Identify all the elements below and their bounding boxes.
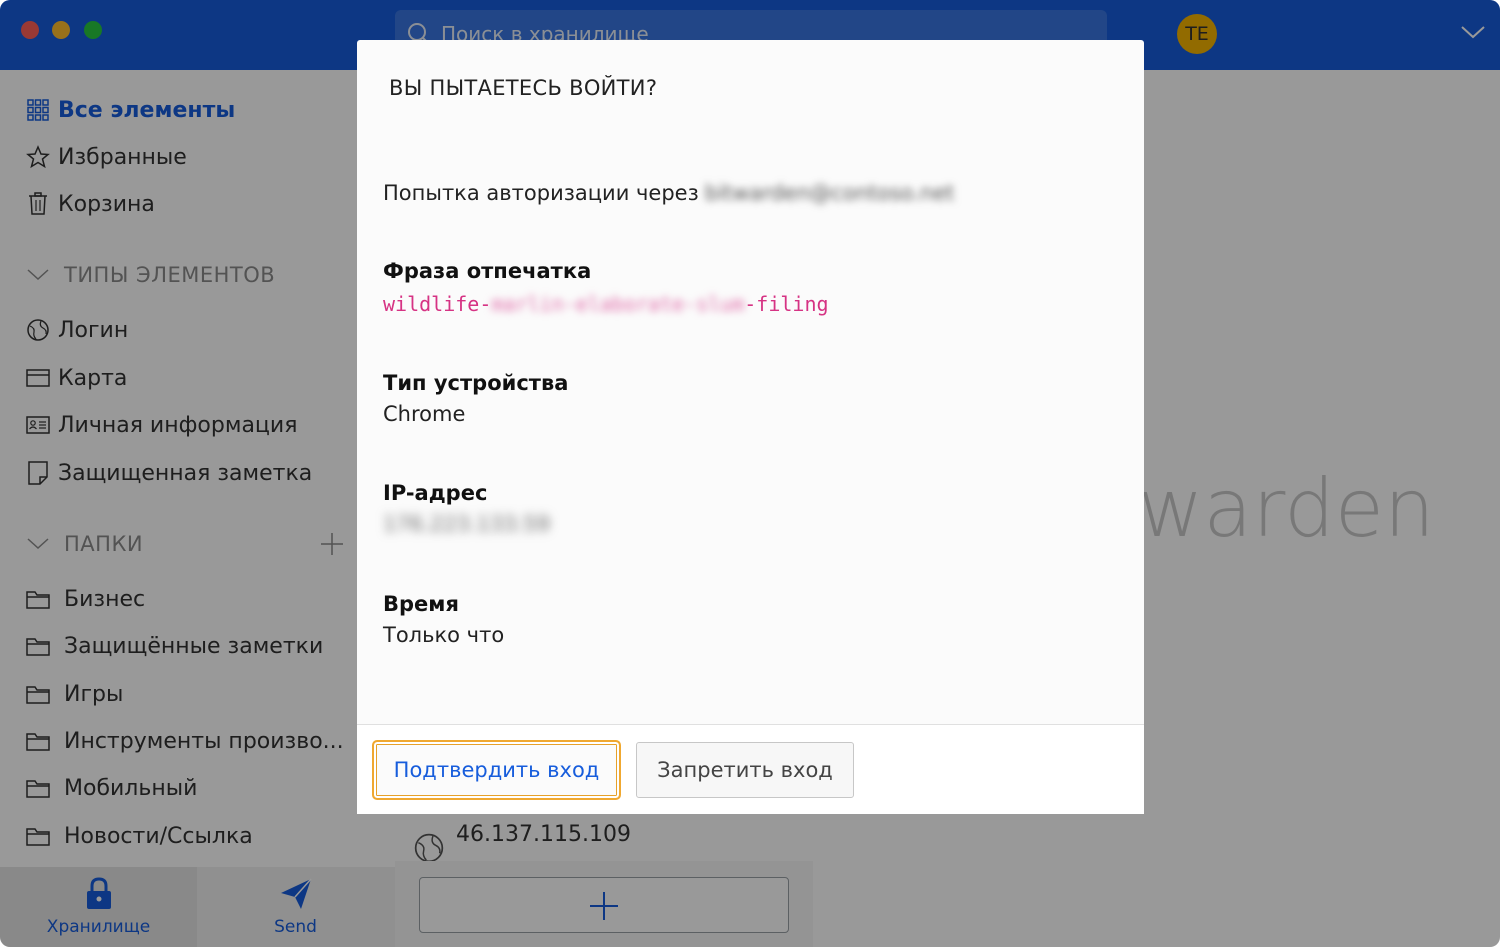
confirm-login-button[interactable]: Подтвердить вход	[372, 740, 621, 800]
login-request-dialog: ВЫ ПЫТАЕТЕСЬ ВОЙТИ? Попытка авторизации …	[357, 40, 1144, 814]
auth-attempt-text: Попытка авторизации через	[383, 181, 699, 205]
fingerprint-redacted: marlin-elaborate-slum	[491, 292, 745, 316]
dialog-footer: Подтвердить вход Запретить вход	[357, 724, 1144, 814]
ip-address-redacted: 176.223.133.59	[383, 512, 550, 536]
fingerprint-phrase: wildlife- marlin-elaborate-slum -filing	[383, 292, 829, 316]
fingerprint-end: -filing	[744, 292, 829, 316]
dialog-title: ВЫ ПЫТАЕТЕСЬ ВОЙТИ?	[389, 76, 658, 100]
auth-attempt-line: Попытка авторизации через bitwarden@cont…	[383, 181, 954, 205]
fingerprint-label: Фраза отпечатка	[383, 259, 592, 283]
app-window: Поиск в хранилище TE Все элементы Избран…	[0, 0, 1500, 947]
time-value: Только что	[383, 623, 505, 647]
fingerprint-start: wildlife-	[383, 292, 492, 316]
ip-address-label: IP-адрес	[383, 481, 488, 505]
auth-email-redacted: bitwarden@contoso.net	[704, 181, 955, 205]
device-type-label: Тип устройства	[383, 371, 569, 395]
time-label: Время	[383, 592, 459, 616]
deny-login-button[interactable]: Запретить вход	[636, 742, 854, 798]
device-type-value: Chrome	[383, 402, 466, 426]
